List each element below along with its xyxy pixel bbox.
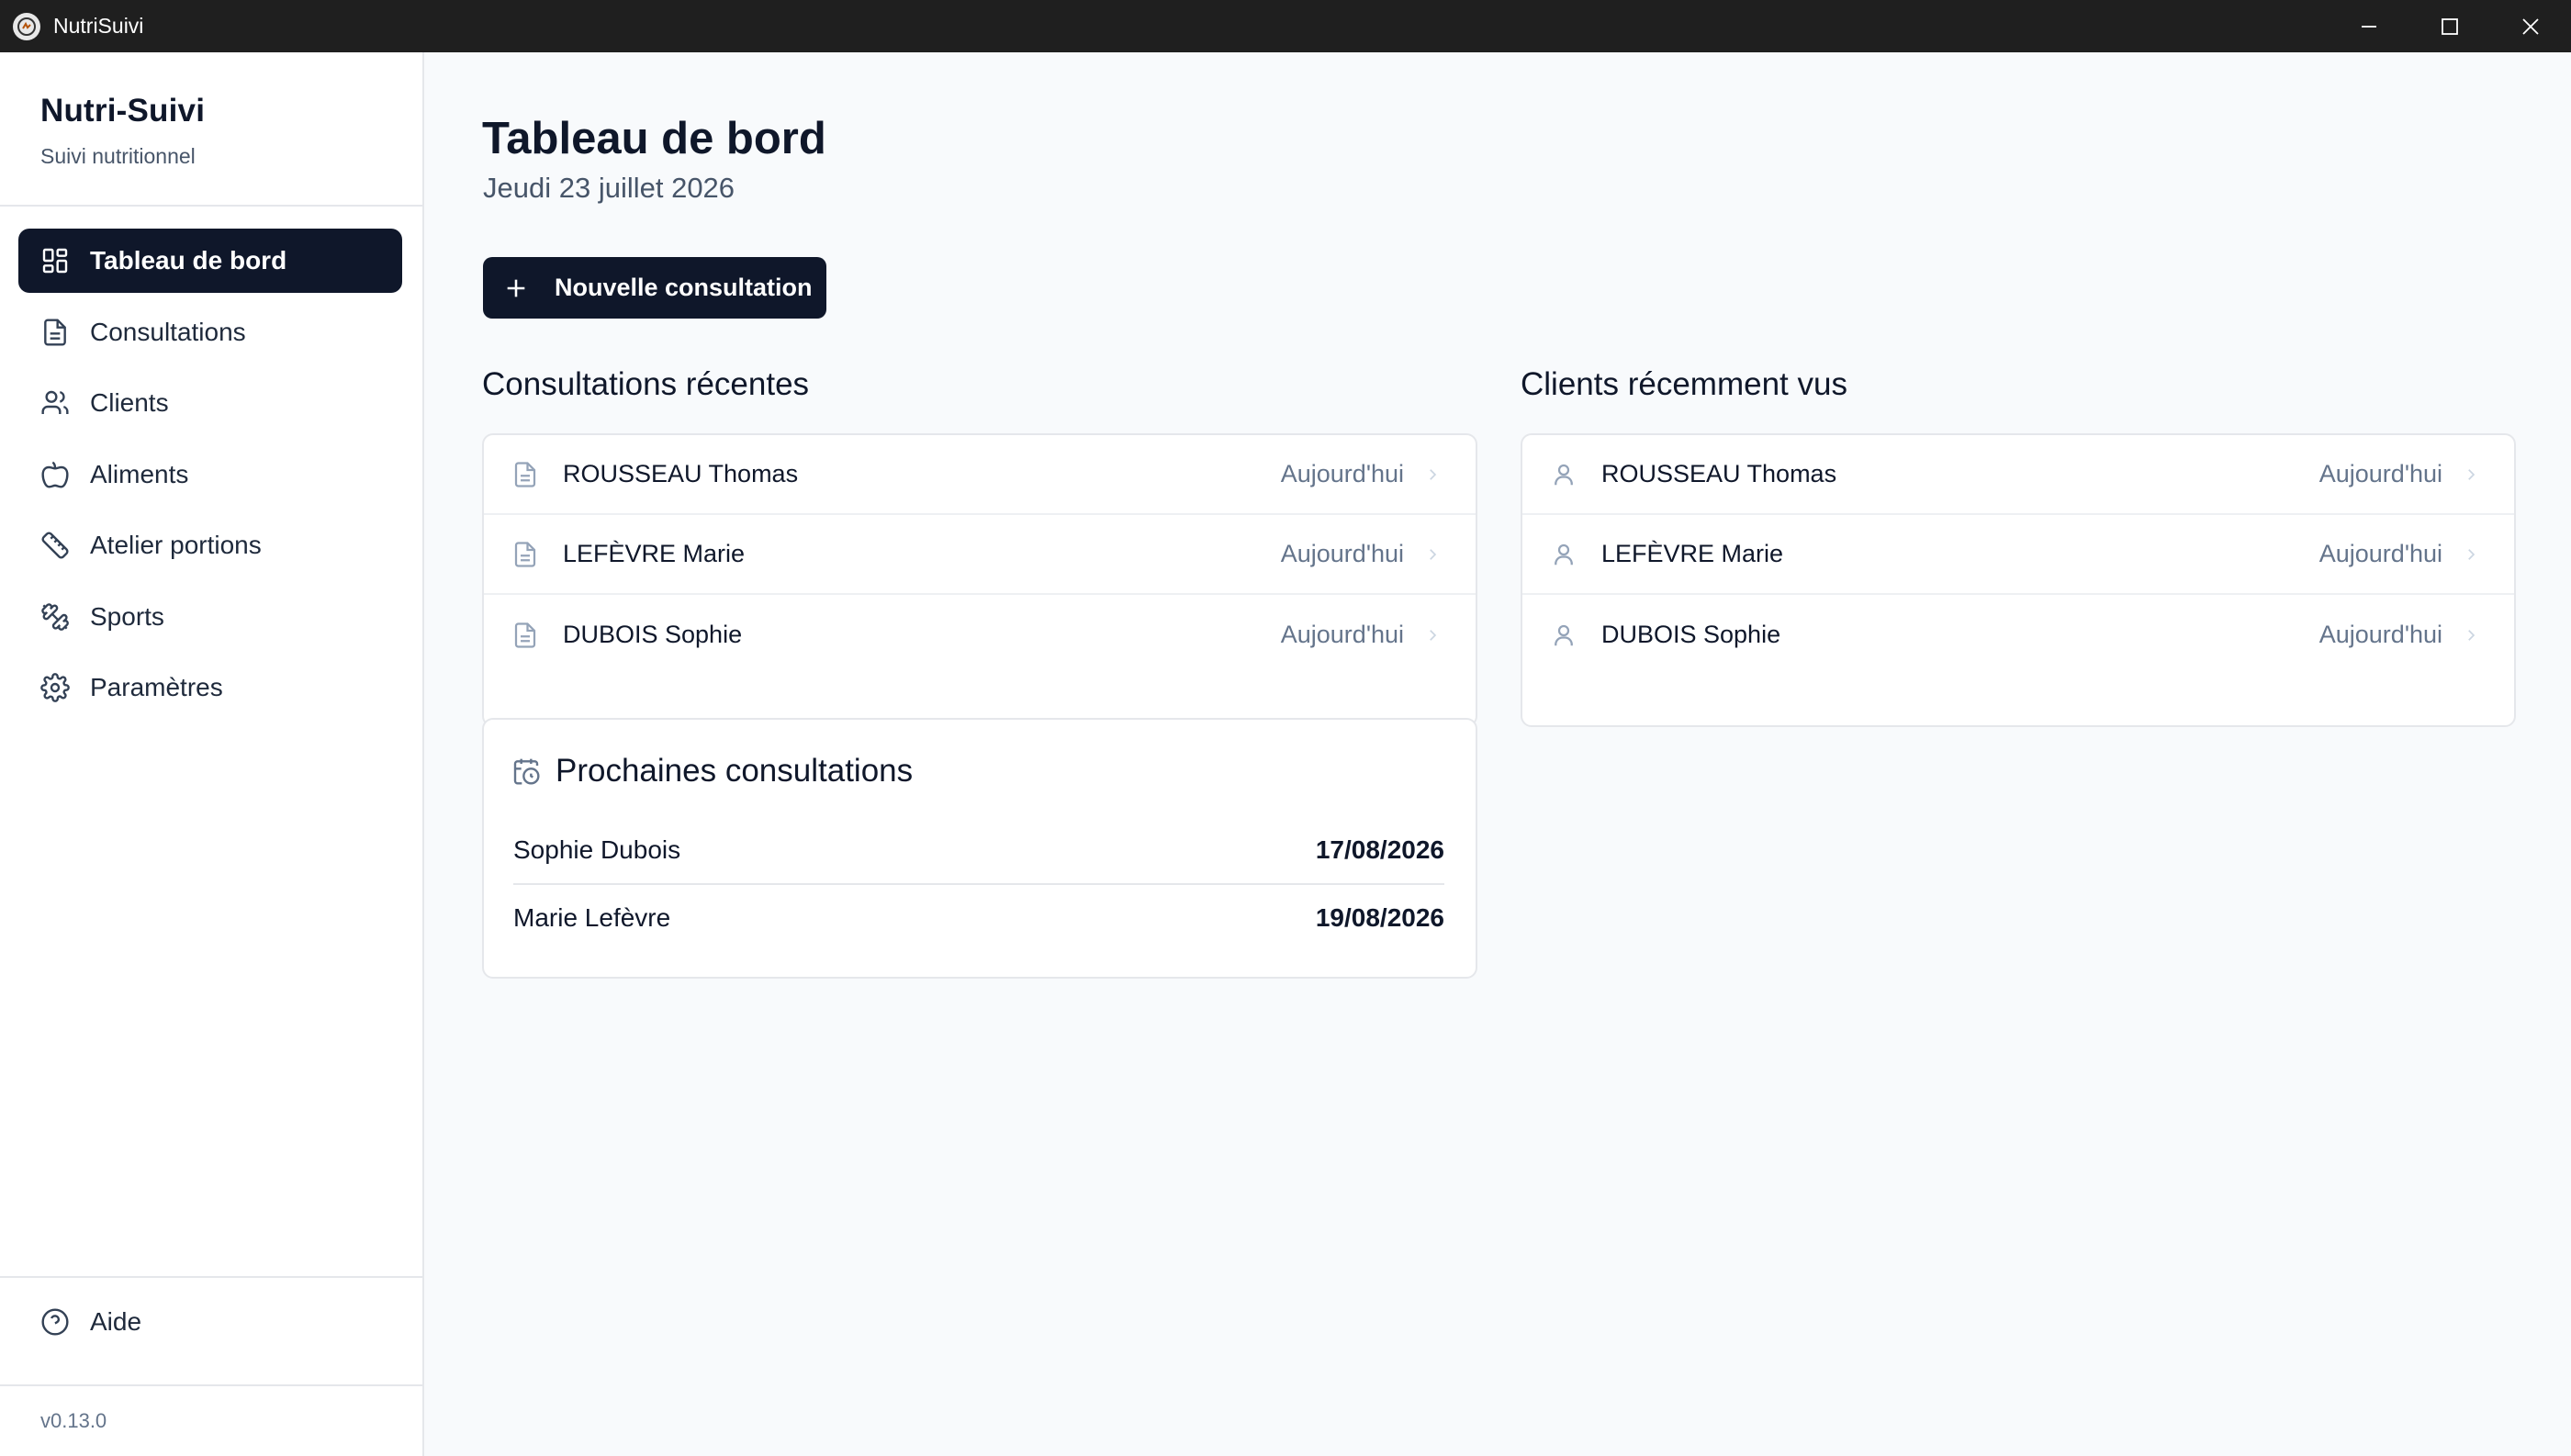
plus-icon [503, 275, 529, 301]
recent-clients-title: Clients récemment vus [1521, 366, 1847, 402]
chevron-right-icon [1424, 627, 1441, 644]
help-link[interactable]: Aide [40, 1307, 141, 1337]
sidebar: Nutri-Suivi Suivi nutritionnel Tableau d… [0, 52, 424, 1456]
recent-consultations-title: Consultations récentes [482, 366, 810, 402]
calendar-clock-icon [511, 756, 541, 786]
sidebar-item-consultations[interactable]: Consultations [18, 300, 402, 364]
document-icon [511, 541, 539, 568]
dashboard-icon [40, 246, 70, 275]
brand: Nutri-Suivi Suivi nutritionnel [40, 93, 205, 169]
users-icon [40, 388, 70, 418]
ruler-icon [40, 531, 70, 560]
sidebar-item-parametres[interactable]: Paramètres [18, 655, 402, 720]
apple-icon [40, 460, 70, 489]
user-icon [1550, 541, 1577, 568]
chevron-right-icon [2463, 466, 2479, 483]
sidebar-nav: Tableau de bord Consultations Clients Al… [18, 229, 402, 727]
main-content: Tableau de bord Jeudi 23 juillet 2026 No… [424, 52, 2571, 1456]
upcoming-date: 17/08/2026 [1315, 835, 1444, 864]
sidebar-item-label: Paramètres [90, 673, 223, 701]
client-seen-when: Aujourd'hui [2318, 621, 2442, 648]
sidebar-item-aliments[interactable]: Aliments [18, 442, 402, 507]
chevron-right-icon [1424, 466, 1441, 483]
minimize-button[interactable] [2329, 0, 2409, 52]
maximize-button[interactable] [2409, 0, 2490, 52]
sidebar-divider [0, 205, 422, 207]
window-titlebar: NutriSuivi [0, 0, 2571, 52]
client-seen-when: Aujourd'hui [2318, 460, 2442, 487]
user-icon [1550, 461, 1577, 488]
user-icon [1550, 622, 1577, 649]
sidebar-divider [0, 1384, 422, 1386]
sidebar-item-label: Sports [90, 601, 164, 631]
window-title: NutriSuivi [53, 14, 144, 38]
help-label: Aide [90, 1307, 142, 1336]
consultation-row[interactable]: LEFÈVRE Marie Aujourd'hui [484, 515, 1476, 595]
client-row[interactable]: ROUSSEAU Thomas Aujourd'hui [1522, 435, 2514, 515]
sidebar-item-label: Consultations [90, 317, 246, 346]
upcoming-consultations-card: Prochaines consultations Sophie Dubois 1… [482, 718, 1477, 979]
upcoming-consultations-title: Prochaines consultations [556, 753, 914, 789]
client-name: ROUSSEAU Thomas [1601, 460, 1837, 487]
sidebar-item-sports[interactable]: Sports [18, 585, 402, 649]
consultation-row[interactable]: ROUSSEAU Thomas Aujourd'hui [484, 435, 1476, 515]
sidebar-divider [0, 1276, 422, 1278]
upcoming-row[interactable]: Marie Lefèvre 19/08/2026 [513, 885, 1444, 951]
close-button[interactable] [2490, 0, 2571, 52]
consultation-row[interactable]: DUBOIS Sophie Aujourd'hui [484, 595, 1476, 675]
chevron-right-icon [1424, 546, 1441, 563]
app-version: v0.13.0 [40, 1409, 107, 1432]
client-name: LEFÈVRE Marie [1601, 540, 1784, 567]
client-row[interactable]: DUBOIS Sophie Aujourd'hui [1522, 595, 2514, 675]
recent-consultations-card: ROUSSEAU Thomas Aujourd'hui LEFÈVRE Mari… [482, 433, 1477, 727]
upcoming-client-name: Marie Lefèvre [513, 903, 671, 932]
help-circle-icon [40, 1307, 70, 1337]
document-icon [511, 622, 539, 649]
new-consultation-label: Nouvelle consultation [555, 274, 813, 301]
client-seen-when: Aujourd'hui [2318, 540, 2442, 567]
dumbbell-icon [40, 602, 70, 632]
brand-name: Nutri-Suivi [40, 93, 206, 129]
page-date: Jeudi 23 juillet 2026 [483, 172, 735, 204]
client-name: DUBOIS Sophie [1601, 621, 1781, 648]
chevron-right-icon [2463, 627, 2479, 644]
upcoming-client-name: Sophie Dubois [513, 835, 681, 864]
document-icon [40, 318, 70, 347]
upcoming-row[interactable]: Sophie Dubois 17/08/2026 [513, 817, 1444, 883]
brand-subtitle: Suivi nutritionnel [40, 144, 196, 168]
sidebar-item-tableau-de-bord[interactable]: Tableau de bord [18, 229, 402, 293]
consultation-client-name: LEFÈVRE Marie [563, 540, 746, 567]
consultation-client-name: DUBOIS Sophie [563, 621, 743, 648]
recent-clients-card: ROUSSEAU Thomas Aujourd'hui LEFÈVRE Mari… [1521, 433, 2516, 727]
document-icon [511, 461, 539, 488]
client-row[interactable]: LEFÈVRE Marie Aujourd'hui [1522, 515, 2514, 595]
consultation-when: Aujourd'hui [1280, 540, 1404, 567]
sidebar-item-label: Tableau de bord [90, 246, 287, 274]
new-consultation-button[interactable]: Nouvelle consultation [483, 257, 826, 319]
consultation-when: Aujourd'hui [1280, 460, 1404, 487]
upcoming-date: 19/08/2026 [1315, 903, 1444, 932]
app-logo-icon [13, 12, 40, 40]
consultation-when: Aujourd'hui [1280, 621, 1404, 648]
consultation-client-name: ROUSSEAU Thomas [563, 460, 799, 487]
sidebar-item-label: Atelier portions [90, 531, 262, 559]
sidebar-item-clients[interactable]: Clients [18, 371, 402, 435]
sidebar-item-atelier-portions[interactable]: Atelier portions [18, 513, 402, 577]
gear-icon [40, 673, 70, 702]
upcoming-consultations-header: Prochaines consultations [511, 753, 913, 790]
sidebar-item-label: Clients [90, 388, 169, 417]
chevron-right-icon [2463, 546, 2479, 563]
sidebar-item-label: Aliments [90, 459, 189, 488]
page-title: Tableau de bord [482, 114, 826, 163]
